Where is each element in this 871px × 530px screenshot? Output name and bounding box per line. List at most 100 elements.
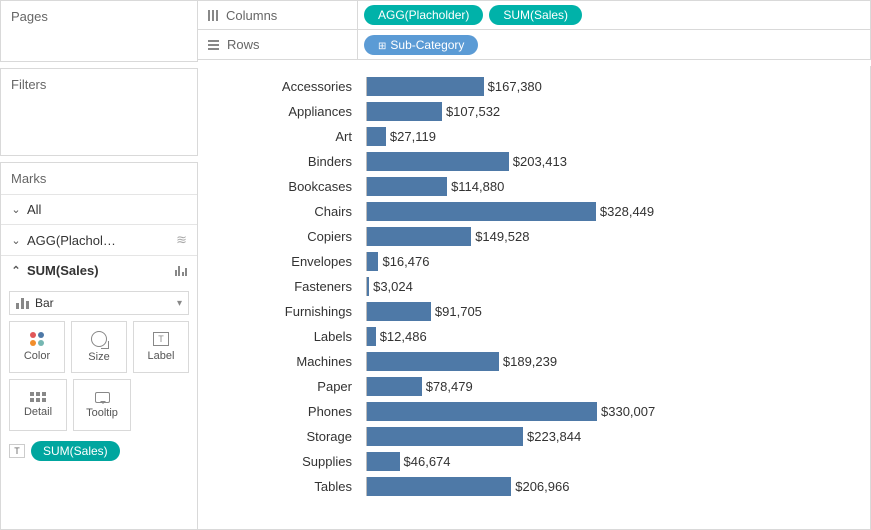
chart-bar[interactable] bbox=[367, 152, 509, 171]
chart-row[interactable]: Fasteners$3,024 bbox=[206, 274, 862, 299]
chart-bar[interactable] bbox=[367, 77, 484, 96]
chart-row[interactable]: Bookcases $114,880 bbox=[206, 174, 862, 199]
chart-value-label: $78,479 bbox=[426, 379, 473, 394]
chart-value-label: $330,007 bbox=[601, 404, 655, 419]
chart-bar-wrap: $167,380 bbox=[366, 77, 862, 96]
chart-bar[interactable] bbox=[367, 277, 369, 296]
chart-row[interactable]: Chairs$328,449 bbox=[206, 199, 862, 224]
chart-category-label: Tables bbox=[206, 479, 366, 494]
chart-category-label: Labels bbox=[206, 329, 366, 344]
chart-bar-wrap: $330,007 bbox=[366, 402, 862, 421]
chart-row[interactable]: Binders$203,413 bbox=[206, 149, 862, 174]
tooltip-button[interactable]: Tooltip bbox=[73, 379, 131, 431]
color-icon bbox=[30, 332, 44, 346]
chart-bar[interactable] bbox=[367, 202, 596, 221]
pages-header: Pages bbox=[1, 1, 197, 32]
detail-icon bbox=[30, 392, 46, 402]
chart-row[interactable]: Tables$206,966 bbox=[206, 474, 862, 499]
rows-label: Rows bbox=[227, 37, 260, 52]
chart-value-label: $12,486 bbox=[380, 329, 427, 344]
chart-bar[interactable] bbox=[367, 327, 376, 346]
chart-category-label: Storage bbox=[206, 429, 366, 444]
chart-category-label: Art bbox=[206, 129, 366, 144]
chart-bar[interactable] bbox=[367, 127, 386, 146]
chart-category-label: Machines bbox=[206, 354, 366, 369]
chart-row[interactable]: Machines $189,239 bbox=[206, 349, 862, 374]
chart-value-label: $189,239 bbox=[503, 354, 557, 369]
filters-card: Filters bbox=[0, 68, 198, 156]
chart-category-label: Bookcases bbox=[206, 179, 366, 194]
chart-bar[interactable] bbox=[367, 227, 471, 246]
stack-icon: ≋ bbox=[176, 232, 187, 248]
marks-all-label: All bbox=[27, 202, 187, 217]
label-pill-row: T SUM(Sales) bbox=[1, 437, 197, 465]
tooltip-icon bbox=[95, 392, 110, 403]
chart-value-label: $149,528 bbox=[475, 229, 529, 244]
chart-category-label: Accessories bbox=[206, 79, 366, 94]
marks-all-row[interactable]: ⌄ All bbox=[1, 194, 197, 224]
chart-category-label: Envelopes bbox=[206, 254, 366, 269]
chart-bar[interactable] bbox=[367, 302, 431, 321]
filters-header: Filters bbox=[1, 69, 197, 100]
chart-bar[interactable] bbox=[367, 352, 499, 371]
chart-value-label: $27,119 bbox=[390, 129, 436, 144]
chart-bar[interactable] bbox=[367, 452, 400, 471]
chart-bar-wrap: $16,476 bbox=[366, 252, 862, 271]
chart-row[interactable]: Storage $223,844 bbox=[206, 424, 862, 449]
marks-agg-row[interactable]: ⌄ AGG(Plachol… ≋ bbox=[1, 224, 197, 255]
chart-bar[interactable] bbox=[367, 177, 447, 196]
chart-bar-wrap: $3,024 bbox=[366, 277, 862, 296]
chart-value-label: $223,844 bbox=[527, 429, 581, 444]
marks-card: Marks ⌄ All ⌄ AGG(Plachol… ≋ ⌃ SUM(Sales… bbox=[0, 162, 198, 530]
detail-button[interactable]: Detail bbox=[9, 379, 67, 431]
size-button[interactable]: Size bbox=[71, 321, 127, 373]
label-icon: T bbox=[153, 332, 169, 346]
chart-category-label: Chairs bbox=[206, 204, 366, 219]
chart-row[interactable]: Copiers$149,528 bbox=[206, 224, 862, 249]
chart-bar-wrap: $223,844 bbox=[366, 427, 862, 446]
columns-icon bbox=[208, 10, 218, 21]
chart-row[interactable]: Paper$78,479 bbox=[206, 374, 862, 399]
label-pill[interactable]: SUM(Sales) bbox=[31, 441, 120, 461]
mark-type-label: Bar bbox=[35, 296, 54, 310]
viz-canvas[interactable]: Accessories$167,380Appliances$107,532Art… bbox=[198, 66, 871, 530]
chart-bar[interactable] bbox=[367, 377, 422, 396]
mark-type-dropdown[interactable]: Bar ▾ bbox=[9, 291, 189, 315]
chart-bar[interactable] bbox=[367, 102, 442, 121]
chart-bar[interactable] bbox=[367, 402, 597, 421]
chart-value-label: $16,476 bbox=[382, 254, 429, 269]
chart-bar-wrap: $328,449 bbox=[366, 202, 862, 221]
chart-row[interactable]: Envelopes $16,476 bbox=[206, 249, 862, 274]
expand-icon: ⊞ bbox=[378, 41, 386, 52]
chart-row[interactable]: Appliances$107,532 bbox=[206, 99, 862, 124]
label-button[interactable]: T Label bbox=[133, 321, 189, 373]
chart-category-label: Furnishings bbox=[206, 304, 366, 319]
chart-bar[interactable] bbox=[367, 427, 523, 446]
chevron-down-icon: ⌄ bbox=[11, 234, 21, 247]
rows-pill-subcategory[interactable]: ⊞Sub-Category bbox=[364, 35, 478, 55]
size-icon bbox=[91, 331, 107, 347]
text-label-icon: T bbox=[9, 444, 25, 458]
marks-sum-row[interactable]: ⌃ SUM(Sales) bbox=[1, 255, 197, 285]
chart-value-label: $107,532 bbox=[446, 104, 500, 119]
chart-value-label: $203,413 bbox=[513, 154, 567, 169]
chart-row[interactable]: Art $27,119 bbox=[206, 124, 862, 149]
chart-bar[interactable] bbox=[367, 477, 511, 496]
marks-sum-label: SUM(Sales) bbox=[27, 263, 175, 278]
chart-row[interactable]: Labels $12,486 bbox=[206, 324, 862, 349]
bar-icon bbox=[16, 298, 29, 309]
columns-shelf[interactable]: Columns AGG(Placholder) SUM(Sales) bbox=[198, 0, 871, 30]
chart-bar-wrap: $149,528 bbox=[366, 227, 862, 246]
chart-bar[interactable] bbox=[367, 252, 378, 271]
chart-row[interactable]: Furnishings$91,705 bbox=[206, 299, 862, 324]
chart-row[interactable]: Supplies$46,674 bbox=[206, 449, 862, 474]
chart-category-label: Phones bbox=[206, 404, 366, 419]
chart-row[interactable]: Phones $330,007 bbox=[206, 399, 862, 424]
rows-shelf[interactable]: Rows ⊞Sub-Category bbox=[198, 30, 871, 60]
color-button[interactable]: Color bbox=[9, 321, 65, 373]
chart-bar-wrap: $206,966 bbox=[366, 477, 862, 496]
columns-pill-agg[interactable]: AGG(Placholder) bbox=[364, 5, 483, 25]
columns-pill-sum[interactable]: SUM(Sales) bbox=[489, 5, 582, 25]
chart-row[interactable]: Accessories$167,380 bbox=[206, 74, 862, 99]
chart-value-label: $114,880 bbox=[451, 179, 504, 194]
